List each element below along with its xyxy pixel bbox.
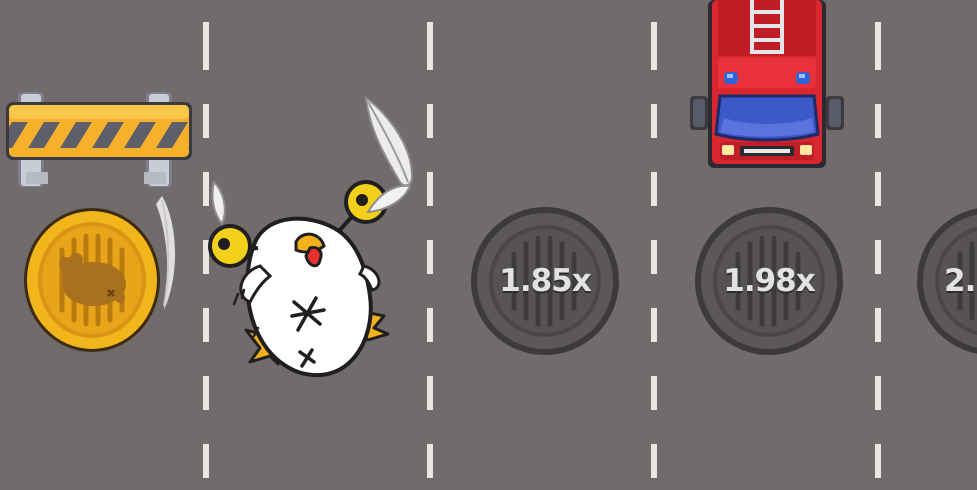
road-barrier-icon [6, 92, 192, 187]
feather-icon [366, 184, 412, 214]
lane-divider-3 [651, 0, 657, 490]
lane-divider-4 [875, 0, 881, 490]
lane-divider-2 [427, 0, 433, 490]
manhole-multiplier-2[interactable]: 1.98x [694, 206, 844, 356]
manhole-multiplier-1[interactable]: 1.85x [470, 206, 620, 356]
manhole-multiplier-3[interactable]: 2. [916, 206, 977, 356]
fire-truck-icon [690, 0, 844, 168]
multiplier-label: 1.85x [499, 263, 591, 299]
feather-glint-icon [156, 196, 176, 310]
feather-icon [364, 96, 414, 187]
multiplier-label: 2. [944, 263, 976, 299]
feather-icon [211, 180, 226, 226]
multiplier-label: 1.98x [723, 263, 815, 299]
